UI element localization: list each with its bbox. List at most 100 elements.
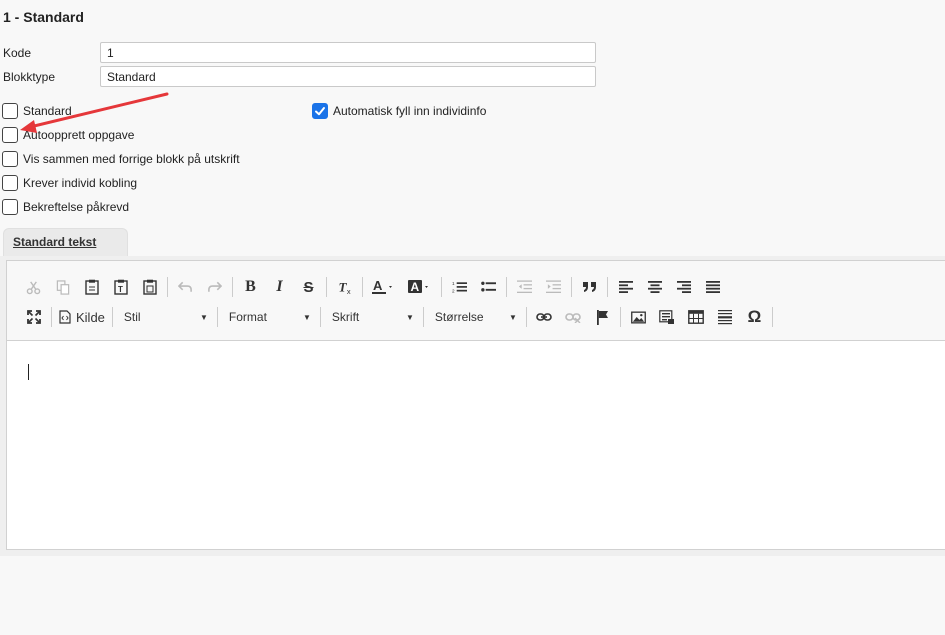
horizontal-rule-icon[interactable] [711,305,740,329]
align-left-icon[interactable] [611,275,640,299]
blokktype-label: Blokktype [3,70,56,84]
krever-individ-checkbox-label: Krever individ kobling [23,176,138,190]
background-color-icon[interactable]: A [402,275,438,299]
source-icon [59,310,71,324]
decrease-indent-icon[interactable] [510,275,539,299]
increase-indent-icon[interactable] [539,275,568,299]
vis-sammen-checkbox-row[interactable]: Vis sammen med forrige blokk på utskrift [2,151,240,167]
rich-text-editor: T B I S Tx A A 1 2 Kilde Stil ▼ Format ▼… [6,260,945,550]
toolbar-separator [51,307,52,327]
numbered-list-icon[interactable]: 12 [445,275,474,299]
auto-fill-checkbox[interactable] [312,103,328,119]
size-dropdown[interactable]: Størrelse ▼ [427,305,523,329]
vis-sammen-checkbox-label: Vis sammen med forrige blokk på utskrift [23,152,240,166]
page-title: 1 - Standard [3,9,84,25]
source-button-label: Kilde [76,309,105,325]
auto-fill-checkbox-label: Automatisk fyll inn individinfo [333,104,487,118]
bold-icon[interactable]: B [236,275,265,299]
text-cursor [28,364,29,380]
toolbar-separator [607,277,608,297]
svg-text:A: A [373,279,383,293]
editor-content-area[interactable] [7,341,945,549]
svg-text:x: x [346,287,350,295]
anchor-flag-icon[interactable] [588,305,617,329]
blokktype-field[interactable] [100,66,596,87]
editor-toolbar: T B I S Tx A A 1 2 Kilde Stil ▼ Format ▼… [7,261,945,341]
image-icon[interactable] [624,305,653,329]
maximize-icon[interactable] [19,305,48,329]
blockquote-icon[interactable] [575,275,604,299]
special-character-icon[interactable]: Ω [740,305,769,329]
toolbar-separator [619,307,621,327]
krever-individ-checkbox-row[interactable]: Krever individ kobling [2,175,137,191]
paste-text-icon[interactable]: T [106,275,135,299]
editor-container: T B I S Tx A A 1 2 Kilde Stil ▼ Format ▼… [0,256,945,556]
toolbar-separator [326,277,327,297]
embed-icon[interactable] [653,305,682,329]
source-button[interactable]: Kilde [55,305,109,329]
toolbar-separator [232,277,233,297]
toolbar-row-2: Kilde Stil ▼ Format ▼ Skrift ▼ Størrelse… [19,304,776,330]
format-dropdown-label: Format [228,310,267,324]
italic-icon[interactable]: I [265,275,294,299]
standard-checkbox-row[interactable]: Standard [2,103,72,119]
kode-label: Kode [3,46,32,60]
autoopprett-checkbox[interactable] [2,127,18,143]
tab-standard-tekst[interactable]: Standard tekst [3,228,128,258]
copy-icon[interactable] [48,275,77,299]
bulleted-list-icon[interactable] [474,275,503,299]
svg-text:1: 1 [452,281,455,286]
undo-icon[interactable] [171,275,200,299]
svg-text:T: T [118,285,123,294]
chevron-down-icon: ▼ [303,312,311,322]
tab-standard-tekst-label: Standard tekst [13,235,97,249]
toolbar-separator [111,307,113,327]
align-center-icon[interactable] [640,275,669,299]
font-dropdown-label: Skrift [331,310,360,324]
style-dropdown-label: Stil [123,310,141,324]
unlink-icon[interactable] [559,305,588,329]
kode-field[interactable] [100,42,596,63]
chevron-down-icon: ▼ [406,312,414,322]
align-justify-icon[interactable] [698,275,727,299]
toolbar-separator [422,307,424,327]
table-icon[interactable] [682,305,711,329]
krever-individ-checkbox[interactable] [2,175,18,191]
vis-sammen-checkbox[interactable] [2,151,18,167]
toolbar-row-1: T B I S Tx A A 1 2 [19,274,727,300]
bekreftelse-checkbox-row[interactable]: Bekreftelse påkrevd [2,199,129,215]
toolbar-separator [571,277,572,297]
toolbar-separator [771,307,773,327]
svg-text:A: A [411,280,420,294]
chevron-down-icon: ▼ [509,312,517,322]
cut-icon[interactable] [19,275,48,299]
toolbar-separator [216,307,218,327]
format-dropdown[interactable]: Format ▼ [221,305,317,329]
bekreftelse-checkbox[interactable] [2,199,18,215]
standard-checkbox-label: Standard [23,104,72,118]
chevron-down-icon: ▼ [200,312,208,322]
text-color-icon[interactable]: A [366,275,402,299]
paste-word-icon[interactable] [135,275,164,299]
remove-format-icon[interactable]: Tx [330,275,359,299]
autoopprett-checkbox-label: Autoopprett oppgave [23,128,135,142]
auto-fill-checkbox-row[interactable]: Automatisk fyll inn individinfo [312,103,486,119]
strikethrough-icon[interactable]: S [294,275,323,299]
paste-icon[interactable] [77,275,106,299]
toolbar-separator [506,277,507,297]
toolbar-separator [362,277,363,297]
align-right-icon[interactable] [669,275,698,299]
toolbar-separator [441,277,442,297]
autoopprett-checkbox-row[interactable]: Autoopprett oppgave [2,127,134,143]
font-dropdown[interactable]: Skrift ▼ [324,305,420,329]
link-icon[interactable] [530,305,559,329]
standard-checkbox[interactable] [2,103,18,119]
toolbar-separator [167,277,168,297]
toolbar-separator [319,307,321,327]
bekreftelse-checkbox-label: Bekreftelse påkrevd [23,200,130,214]
style-dropdown[interactable]: Stil ▼ [116,305,214,329]
svg-text:2: 2 [452,289,455,294]
size-dropdown-label: Størrelse [434,310,484,324]
checkmark-icon [315,107,325,116]
redo-icon[interactable] [200,275,229,299]
